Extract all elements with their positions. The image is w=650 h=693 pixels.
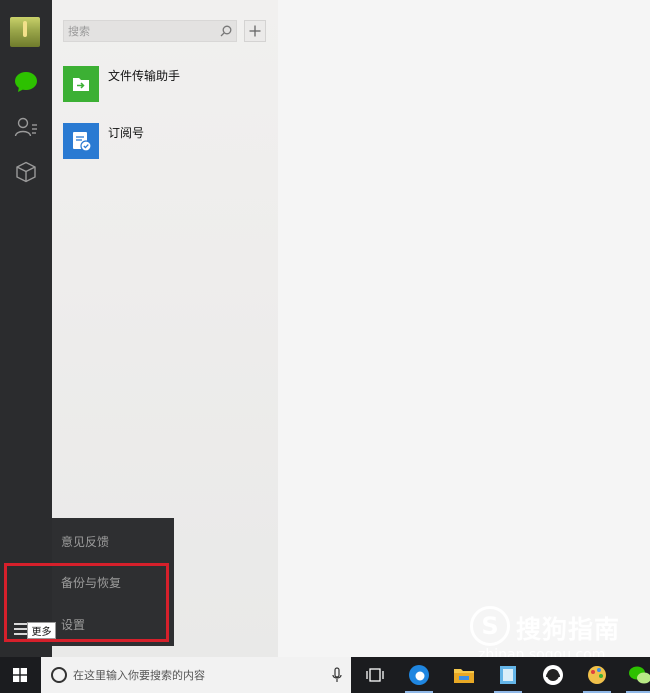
paint-app-icon[interactable] (583, 661, 611, 689)
browser-edge-icon[interactable] (405, 661, 433, 689)
chat-item-subscriptions[interactable]: 订阅号 (52, 112, 278, 166)
cortana-icon[interactable] (51, 667, 67, 683)
windows-start-button[interactable] (0, 657, 40, 693)
more-popup-menu: 意见反馈 备份与恢复 设置 (52, 518, 174, 646)
avatar[interactable] (10, 17, 40, 47)
microphone-icon[interactable] (331, 667, 343, 683)
music-player-icon[interactable] (539, 661, 567, 689)
wechat-taskbar-icon[interactable] (626, 661, 650, 689)
contacts-icon[interactable] (12, 113, 40, 141)
search-icon[interactable] (216, 21, 236, 41)
windows-taskbar (0, 657, 650, 693)
file-transfer-icon (63, 66, 99, 102)
menu-item-settings[interactable]: 设置 (61, 616, 85, 633)
file-explorer-icon[interactable] (450, 661, 478, 689)
taskbar-search-input[interactable] (73, 666, 323, 684)
more-tooltip: 更多 (27, 622, 56, 639)
search-box (63, 20, 237, 42)
task-view-icon[interactable] (361, 661, 389, 689)
menu-item-backup-restore[interactable]: 备份与恢复 (61, 574, 121, 591)
notes-app-icon[interactable] (494, 661, 522, 689)
taskbar-search-box[interactable] (41, 657, 351, 693)
favorites-cube-icon[interactable] (12, 158, 40, 186)
search-input[interactable] (64, 21, 216, 41)
sidebar-nav (0, 0, 52, 657)
chat-item-name: 文件传输助手 (108, 69, 181, 83)
menu-item-feedback[interactable]: 意见反馈 (61, 533, 109, 550)
chat-main-area (278, 0, 650, 657)
add-chat-button[interactable] (244, 20, 266, 42)
chat-icon[interactable] (12, 68, 40, 96)
chat-item-name: 订阅号 (108, 126, 145, 140)
chat-item-file-transfer[interactable]: 文件传输助手 (52, 55, 278, 109)
subscription-icon (63, 123, 99, 159)
